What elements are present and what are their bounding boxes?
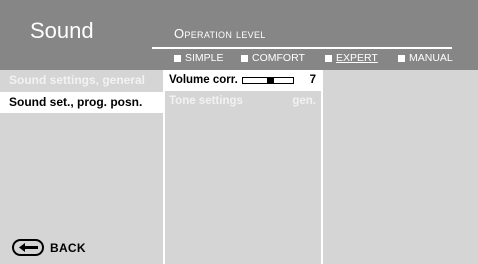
- back-label: BACK: [50, 240, 86, 255]
- menu-item-volume-corr[interactable]: Volume corr. 7: [165, 70, 321, 91]
- back-button[interactable]: BACK: [12, 239, 86, 256]
- option-square-icon: [241, 54, 248, 62]
- slider-knob[interactable]: [267, 77, 274, 84]
- page-title: Sound: [30, 18, 94, 43]
- option-expert[interactable]: EXPERT: [325, 52, 378, 64]
- option-simple-label: SIMPLE: [185, 52, 224, 64]
- menu-item-sound-settings-general[interactable]: Sound settings, general: [0, 70, 163, 91]
- option-manual[interactable]: MANUAL: [398, 52, 453, 64]
- option-square-icon: [325, 54, 332, 62]
- tone-settings-label: Tone settings: [169, 95, 243, 107]
- header-bar: Sound Operation level SIMPLE COMFORT EXP…: [0, 0, 478, 70]
- back-arrow-icon: [12, 239, 44, 256]
- option-comfort-label: COMFORT: [252, 52, 305, 64]
- option-comfort[interactable]: COMFORT: [241, 52, 305, 64]
- option-manual-label: MANUAL: [409, 52, 453, 64]
- option-simple[interactable]: SIMPLE: [174, 52, 224, 64]
- menu-item-sound-set-prog-posn[interactable]: Sound set., prog. posn.: [0, 92, 163, 113]
- volume-corr-label: Volume corr.: [169, 74, 238, 86]
- volume-corr-slider[interactable]: [242, 77, 294, 84]
- menu-item-tone-settings[interactable]: Tone settings gen.: [165, 91, 321, 112]
- left-menu: Sound settings, general Sound set., prog…: [0, 70, 163, 264]
- sound-menu-screen: Sound Operation level SIMPLE COMFORT EXP…: [0, 0, 478, 264]
- tone-settings-value: gen.: [292, 95, 316, 107]
- column-divider-right: [321, 70, 323, 264]
- operation-level-label: Operation level: [174, 26, 266, 41]
- option-square-icon: [398, 54, 405, 62]
- middle-menu: Volume corr. 7 Tone settings gen.: [165, 70, 321, 264]
- option-expert-label: EXPERT: [336, 52, 378, 64]
- option-square-icon: [174, 54, 181, 62]
- volume-corr-value: 7: [309, 74, 316, 86]
- operation-level-divider: [152, 47, 452, 49]
